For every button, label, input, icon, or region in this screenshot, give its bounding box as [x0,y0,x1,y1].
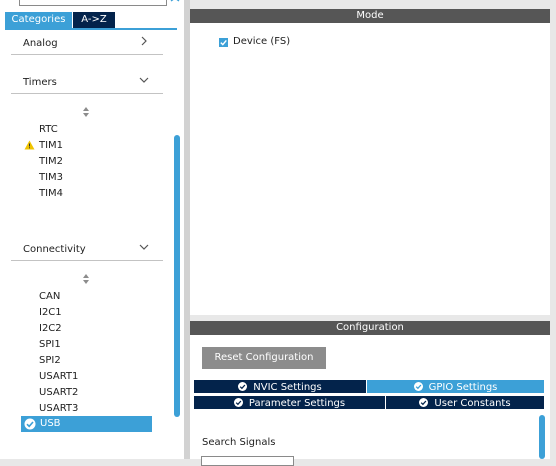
list-item-usart3[interactable]: USART3 [39,403,78,415]
chevron-down-icon[interactable] [139,75,149,85]
section-analog[interactable]: Analog [11,31,163,55]
chevron-right-icon[interactable] [139,36,149,46]
settings-icon[interactable] [170,0,180,5]
tab-parameter-settings[interactable]: Parameter Settings [193,395,386,410]
tab-parameter-label: Parameter Settings [248,398,346,409]
section-connectivity-label: Connectivity [23,244,86,255]
section-analog-label: Analog [23,38,58,49]
check-circle-icon [238,381,248,391]
configuration-scrollbar-thumb[interactable] [539,415,545,459]
chevron-down-icon[interactable] [139,242,149,252]
warning-icon [24,140,35,150]
tab-user-constants-label: User Constants [434,398,511,409]
section-connectivity[interactable]: Connectivity [11,237,163,261]
tab-categories[interactable]: Categories [5,12,72,28]
list-item-usart1[interactable]: USART1 [39,371,78,383]
tab-a-to-z[interactable]: A->Z [73,12,115,28]
list-item-tim1[interactable]: TIM1 [39,140,63,152]
tab-user-constants[interactable]: User Constants [385,395,545,410]
section-timers[interactable]: Timers [11,70,163,94]
category-search-input[interactable] [19,0,167,6]
configuration-panel-title: Configuration [190,321,550,335]
mode-panel-top-strip [190,0,550,3]
left-scrollbar-thumb[interactable] [174,135,180,417]
check-circle-icon [233,397,243,407]
list-item-spi2[interactable]: SPI2 [39,355,61,367]
list-item-tim2[interactable]: TIM2 [39,156,63,168]
right-edge [550,0,556,459]
check-circle-icon [419,397,429,407]
left-panel [0,0,184,459]
tab-nvic-label: NVIC Settings [253,382,322,393]
section-timers-label: Timers [23,77,57,88]
reset-configuration-button[interactable]: Reset Configuration [202,347,326,369]
list-item-usb-label[interactable]: USB [40,418,61,430]
tab-gpio-settings[interactable]: GPIO Settings [366,379,545,394]
list-item-i2c1[interactable]: I2C1 [39,307,62,319]
check-circle-icon [24,418,36,430]
tab-underline [5,28,177,30]
sort-icon[interactable] [81,273,91,285]
list-item-usart2[interactable]: USART2 [39,387,78,399]
list-item-tim4[interactable]: TIM4 [39,188,63,200]
list-item-rtc[interactable]: RTC [39,124,58,136]
list-item-spi1[interactable]: SPI1 [39,339,61,351]
search-signals-label: Search Signals [202,437,276,448]
tab-gpio-label: GPIO Settings [428,382,498,393]
mode-panel-title: Mode [190,9,550,23]
device-fs-label: Device (FS) [233,36,291,47]
device-fs-checkbox[interactable] [219,38,228,47]
list-item-can[interactable]: CAN [39,291,60,303]
mode-panel-body [190,23,550,315]
tab-nvic-settings[interactable]: NVIC Settings [193,379,367,394]
check-circle-icon [413,381,423,391]
sort-icon[interactable] [81,106,91,118]
list-item-tim3[interactable]: TIM3 [39,172,63,184]
list-item-i2c2[interactable]: I2C2 [39,323,62,335]
search-signals-input[interactable] [201,456,294,466]
